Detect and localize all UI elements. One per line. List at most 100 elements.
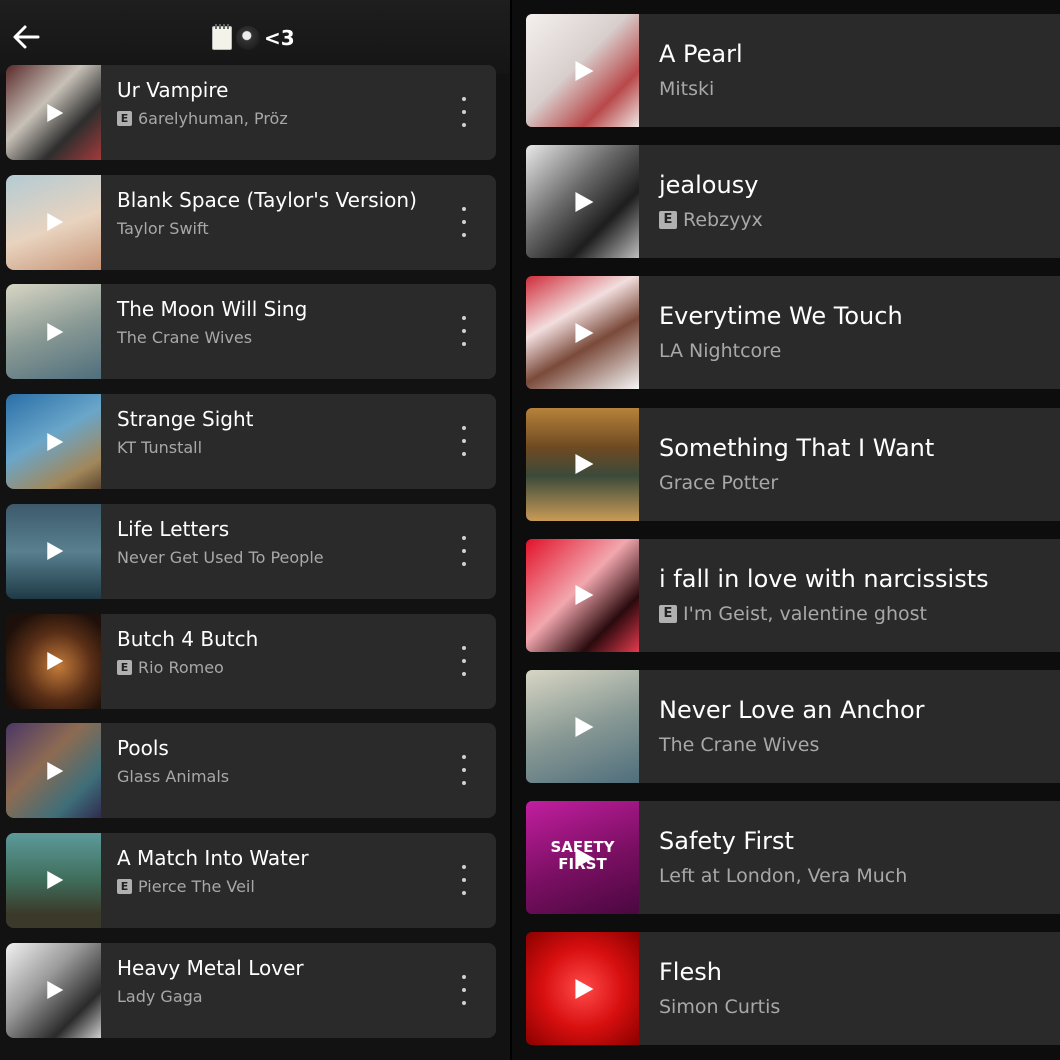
dot bbox=[462, 755, 466, 760]
play-icon[interactable] bbox=[46, 761, 63, 780]
more-options-icon[interactable] bbox=[458, 755, 470, 786]
album-art[interactable] bbox=[526, 932, 639, 1046]
track-title: Safety First bbox=[659, 827, 794, 856]
explicit-badge: E bbox=[117, 659, 132, 675]
track-row[interactable]: Life Letters Never Get Used To People bbox=[6, 503, 496, 599]
track-row[interactable]: A Pearl Mitski bbox=[526, 14, 1060, 127]
track-row[interactable]: Everytime We Touch LA Nightcore bbox=[526, 276, 1060, 390]
play-icon[interactable] bbox=[574, 978, 593, 999]
notepad-icon bbox=[212, 24, 232, 50]
track-artist: Glass Animals bbox=[117, 767, 230, 787]
album-art[interactable] bbox=[6, 174, 101, 270]
more-options-icon[interactable] bbox=[458, 426, 470, 457]
album-art[interactable] bbox=[6, 503, 101, 599]
track-title: A Pearl bbox=[659, 40, 743, 68]
track-artist: Rebzyyx bbox=[683, 209, 763, 232]
track-row[interactable]: Strange Sight KT Tunstall bbox=[6, 394, 496, 490]
dot bbox=[462, 426, 466, 431]
more-options-icon[interactable] bbox=[458, 864, 470, 895]
play-icon[interactable] bbox=[46, 652, 63, 670]
dot bbox=[462, 671, 466, 676]
dot bbox=[462, 561, 466, 566]
track-artist-line: The Crane Wives bbox=[659, 734, 819, 756]
track-artist: LA Nightcore bbox=[659, 340, 782, 363]
track-row[interactable]: Blank Space (Taylor's Version) Taylor Swi… bbox=[6, 174, 496, 270]
track-title: i fall in love with narcissists bbox=[659, 564, 989, 593]
play-icon[interactable] bbox=[574, 716, 593, 737]
track-row[interactable]: SAFETY FIRST Safety First Left at London, … bbox=[526, 801, 1060, 915]
album-art[interactable] bbox=[6, 284, 101, 380]
more-options-icon[interactable] bbox=[458, 974, 470, 1005]
play-icon[interactable] bbox=[574, 847, 593, 868]
track-artist-line: Simon Curtis bbox=[659, 996, 780, 1018]
more-options-icon[interactable] bbox=[458, 645, 470, 676]
track-artist: Grace Potter bbox=[659, 471, 779, 494]
album-art[interactable] bbox=[526, 145, 639, 259]
dot bbox=[462, 452, 466, 457]
track-row[interactable]: jealousy E Rebzyyx bbox=[526, 145, 1060, 259]
track-row[interactable]: The Moon Will Sing The Crane Wives bbox=[6, 284, 496, 380]
track-title: The Moon Will Sing bbox=[117, 297, 308, 322]
dot bbox=[462, 329, 466, 334]
track-artist: Taylor Swift bbox=[117, 218, 209, 238]
track-artist-line: Taylor Swift bbox=[117, 219, 209, 238]
play-icon[interactable] bbox=[574, 585, 593, 606]
track-row[interactable]: Flesh Simon Curtis bbox=[526, 932, 1060, 1046]
album-art[interactable] bbox=[526, 407, 639, 521]
play-icon[interactable] bbox=[46, 981, 63, 1000]
play-icon[interactable] bbox=[574, 191, 593, 212]
track-title: jealousy bbox=[659, 171, 759, 200]
track-title: Something That I Want bbox=[659, 433, 935, 462]
track-row[interactable]: Heavy Metal Lover Lady Gaga bbox=[6, 942, 496, 1038]
track-row[interactable]: Ur Vampire E 6arelyhuman, Pröz bbox=[6, 65, 496, 160]
playlist-title: <3 bbox=[212, 22, 295, 54]
8-ball-icon bbox=[236, 26, 260, 50]
track-artist-line: E 6arelyhuman, Pröz bbox=[117, 109, 288, 128]
track-artist: 6arelyhuman, Pröz bbox=[138, 109, 288, 128]
album-art[interactable] bbox=[6, 65, 101, 160]
track-row[interactable]: Never Love an Anchor The Crane Wives bbox=[526, 670, 1060, 783]
more-options-icon[interactable] bbox=[458, 206, 470, 237]
album-art[interactable] bbox=[526, 538, 639, 652]
album-art[interactable] bbox=[6, 394, 101, 490]
play-icon[interactable] bbox=[46, 432, 63, 451]
play-icon[interactable] bbox=[574, 60, 593, 81]
dot bbox=[462, 439, 466, 444]
play-icon[interactable] bbox=[46, 213, 63, 232]
explicit-badge: E bbox=[117, 111, 132, 126]
album-art[interactable] bbox=[6, 613, 101, 709]
play-icon[interactable] bbox=[574, 454, 593, 475]
more-options-icon[interactable] bbox=[458, 97, 470, 127]
more-options-icon[interactable] bbox=[458, 316, 470, 347]
play-icon[interactable] bbox=[46, 103, 63, 122]
dot bbox=[462, 219, 466, 224]
more-options-icon[interactable] bbox=[458, 535, 470, 566]
track-row[interactable]: A Match Into Water E Pierce The Veil bbox=[6, 832, 496, 928]
album-art[interactable] bbox=[526, 276, 639, 390]
album-art[interactable] bbox=[526, 14, 639, 127]
dot bbox=[462, 110, 466, 114]
play-icon[interactable] bbox=[46, 542, 63, 561]
album-art[interactable] bbox=[6, 942, 101, 1038]
album-art[interactable] bbox=[6, 723, 101, 819]
track-artist: Pierce The Veil bbox=[138, 876, 255, 896]
track-row[interactable]: Something That I Want Grace Potter bbox=[526, 407, 1060, 521]
album-art[interactable]: SAFETY FIRST bbox=[526, 801, 639, 915]
dot bbox=[462, 206, 466, 211]
track-title: Life Letters bbox=[117, 516, 230, 541]
track-row[interactable]: i fall in love with narcissists E I'm Geis… bbox=[526, 538, 1060, 652]
track-artist-line: LA Nightcore bbox=[659, 340, 781, 362]
track-row[interactable]: Pools Glass Animals bbox=[6, 723, 496, 819]
album-art[interactable] bbox=[6, 832, 101, 928]
album-art[interactable] bbox=[526, 670, 639, 783]
dot bbox=[462, 535, 466, 540]
track-title: Butch 4 Butch bbox=[117, 626, 259, 651]
track-row[interactable]: Butch 4 Butch E Rio Romeo bbox=[6, 613, 496, 709]
play-icon[interactable] bbox=[46, 871, 63, 890]
play-icon[interactable] bbox=[46, 322, 63, 341]
back-arrow-icon[interactable] bbox=[10, 20, 44, 54]
dot bbox=[462, 877, 466, 882]
header-bar: <3 bbox=[0, 0, 512, 74]
play-icon[interactable] bbox=[574, 322, 593, 343]
dot bbox=[462, 987, 466, 992]
